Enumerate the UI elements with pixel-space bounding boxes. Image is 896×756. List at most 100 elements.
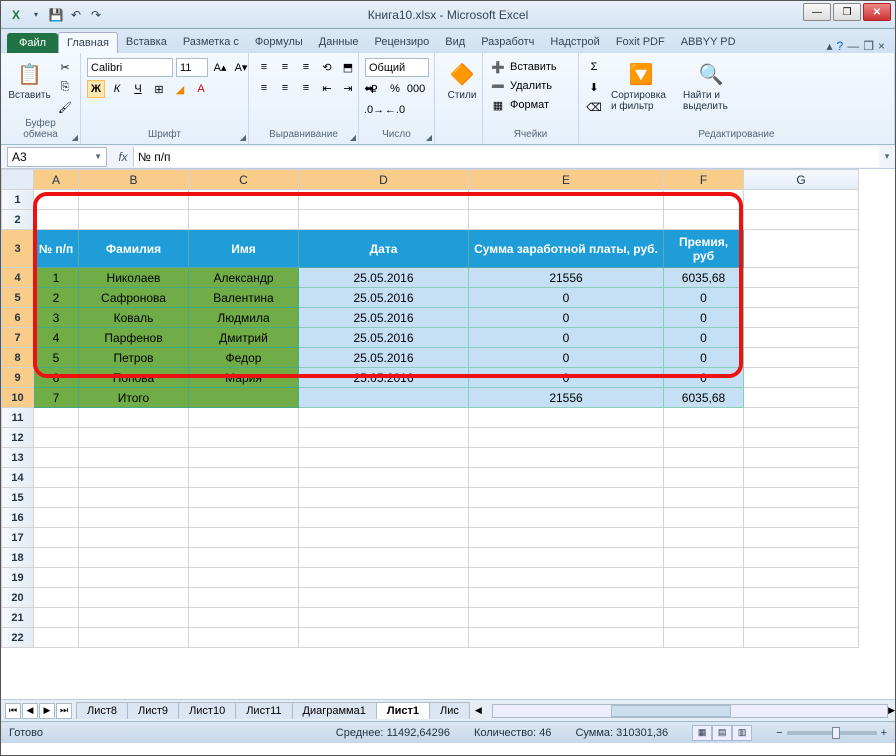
- column-header-C[interactable]: C: [189, 170, 299, 190]
- cell-F5[interactable]: 0: [664, 288, 744, 308]
- cell-E16[interactable]: [469, 508, 664, 528]
- cell-B22[interactable]: [79, 628, 189, 648]
- minimize-ribbon-icon[interactable]: ▴: [827, 39, 833, 53]
- cell-F17[interactable]: [664, 528, 744, 548]
- sheet-tab-Лист8[interactable]: Лист8: [76, 702, 128, 719]
- zoom-out-button[interactable]: −: [776, 727, 782, 739]
- ribbon-tab-foxit pdf[interactable]: Foxit PDF: [608, 32, 673, 53]
- cell-A7[interactable]: 4: [34, 328, 79, 348]
- cell-E2[interactable]: [469, 210, 664, 230]
- cell-B19[interactable]: [79, 568, 189, 588]
- cell-G10[interactable]: [744, 388, 859, 408]
- cell-C7[interactable]: Дмитрий: [189, 328, 299, 348]
- namebox-dd-icon[interactable]: ▼: [94, 152, 102, 161]
- sheet-last-icon[interactable]: ⏭: [56, 703, 72, 719]
- row-header-17[interactable]: 17: [2, 528, 34, 548]
- find-select-button[interactable]: 🔍 Найти и выделить: [679, 58, 743, 114]
- underline-button[interactable]: Ч: [129, 80, 147, 98]
- cell-A1[interactable]: [34, 190, 79, 210]
- styles-button[interactable]: 🔶 Стили: [441, 58, 483, 103]
- cell-F19[interactable]: [664, 568, 744, 588]
- cell-G20[interactable]: [744, 588, 859, 608]
- cell-G5[interactable]: [744, 288, 859, 308]
- increase-decimal-icon[interactable]: .0→: [365, 101, 383, 119]
- cell-D10[interactable]: [299, 388, 469, 408]
- ribbon-tab-разработч[interactable]: Разработч: [473, 32, 542, 53]
- zoom-slider[interactable]: [787, 731, 877, 735]
- minimize-button[interactable]: —: [803, 3, 831, 21]
- ribbon-tab-abbyy pd[interactable]: ABBYY PD: [673, 32, 744, 53]
- cell-D11[interactable]: [299, 408, 469, 428]
- cell-A12[interactable]: [34, 428, 79, 448]
- cell-C3[interactable]: Имя: [189, 230, 299, 268]
- cell-F13[interactable]: [664, 448, 744, 468]
- font-name-select[interactable]: [87, 58, 173, 77]
- copy-icon[interactable]: ⎘: [56, 78, 74, 96]
- decrease-decimal-icon[interactable]: ←.0: [386, 101, 404, 119]
- sheet-next-icon[interactable]: ▶: [39, 703, 55, 719]
- cell-F22[interactable]: [664, 628, 744, 648]
- cell-D22[interactable]: [299, 628, 469, 648]
- cell-B6[interactable]: Коваль: [79, 308, 189, 328]
- cell-F10[interactable]: 6035,68: [664, 388, 744, 408]
- undo-icon[interactable]: ↶: [67, 6, 85, 24]
- percent-icon[interactable]: %: [386, 80, 404, 98]
- cell-A2[interactable]: [34, 210, 79, 230]
- cell-C1[interactable]: [189, 190, 299, 210]
- cell-D19[interactable]: [299, 568, 469, 588]
- cell-A14[interactable]: [34, 468, 79, 488]
- cell-G17[interactable]: [744, 528, 859, 548]
- cell-A18[interactable]: [34, 548, 79, 568]
- cell-G15[interactable]: [744, 488, 859, 508]
- cell-B7[interactable]: Парфенов: [79, 328, 189, 348]
- cell-G19[interactable]: [744, 568, 859, 588]
- cell-G9[interactable]: [744, 368, 859, 388]
- cell-A15[interactable]: [34, 488, 79, 508]
- cell-B14[interactable]: [79, 468, 189, 488]
- align-top-icon[interactable]: ≡: [255, 58, 273, 76]
- cell-B13[interactable]: [79, 448, 189, 468]
- cell-E6[interactable]: 0: [469, 308, 664, 328]
- cell-A13[interactable]: [34, 448, 79, 468]
- cell-A21[interactable]: [34, 608, 79, 628]
- fill-color-icon[interactable]: ◢: [171, 80, 189, 98]
- cell-B15[interactable]: [79, 488, 189, 508]
- cell-F15[interactable]: [664, 488, 744, 508]
- cell-A17[interactable]: [34, 528, 79, 548]
- cell-C6[interactable]: Людмила: [189, 308, 299, 328]
- cell-E3[interactable]: Сумма заработной платы, руб.: [469, 230, 664, 268]
- cell-F8[interactable]: 0: [664, 348, 744, 368]
- sheet-prev-icon[interactable]: ◀: [22, 703, 38, 719]
- sheet-tab-Лист9[interactable]: Лист9: [127, 702, 179, 719]
- cell-F3[interactable]: Премия, руб: [664, 230, 744, 268]
- row-header-16[interactable]: 16: [2, 508, 34, 528]
- win-close-doc-icon[interactable]: ×: [878, 39, 885, 53]
- cell-B17[interactable]: [79, 528, 189, 548]
- increase-indent-icon[interactable]: ⇥: [339, 79, 357, 97]
- cell-E11[interactable]: [469, 408, 664, 428]
- cell-C9[interactable]: Мария: [189, 368, 299, 388]
- clipboard-launcher-icon[interactable]: ◢: [72, 133, 78, 142]
- cell-F12[interactable]: [664, 428, 744, 448]
- cell-E17[interactable]: [469, 528, 664, 548]
- cell-A16[interactable]: [34, 508, 79, 528]
- cell-D9[interactable]: 25.05.2016: [299, 368, 469, 388]
- border-icon[interactable]: ⊞: [150, 80, 168, 98]
- cell-D3[interactable]: Дата: [299, 230, 469, 268]
- cell-G21[interactable]: [744, 608, 859, 628]
- format-cells-label[interactable]: Формат: [510, 99, 549, 111]
- cell-B3[interactable]: Фамилия: [79, 230, 189, 268]
- cell-B10[interactable]: Итого: [79, 388, 189, 408]
- cell-D18[interactable]: [299, 548, 469, 568]
- wrap-text-icon[interactable]: ⬒: [339, 58, 357, 76]
- number-launcher-icon[interactable]: ◢: [426, 133, 432, 142]
- scrollbar-thumb[interactable]: [611, 705, 731, 717]
- cell-E19[interactable]: [469, 568, 664, 588]
- cell-C19[interactable]: [189, 568, 299, 588]
- spreadsheet-grid[interactable]: ABCDEFG123№ п/пФамилияИмяДатаСумма зараб…: [1, 169, 895, 699]
- cell-B21[interactable]: [79, 608, 189, 628]
- cell-B1[interactable]: [79, 190, 189, 210]
- close-button[interactable]: ✕: [863, 3, 891, 21]
- cell-B4[interactable]: Николаев: [79, 268, 189, 288]
- decrease-font-icon[interactable]: A▾: [232, 59, 250, 77]
